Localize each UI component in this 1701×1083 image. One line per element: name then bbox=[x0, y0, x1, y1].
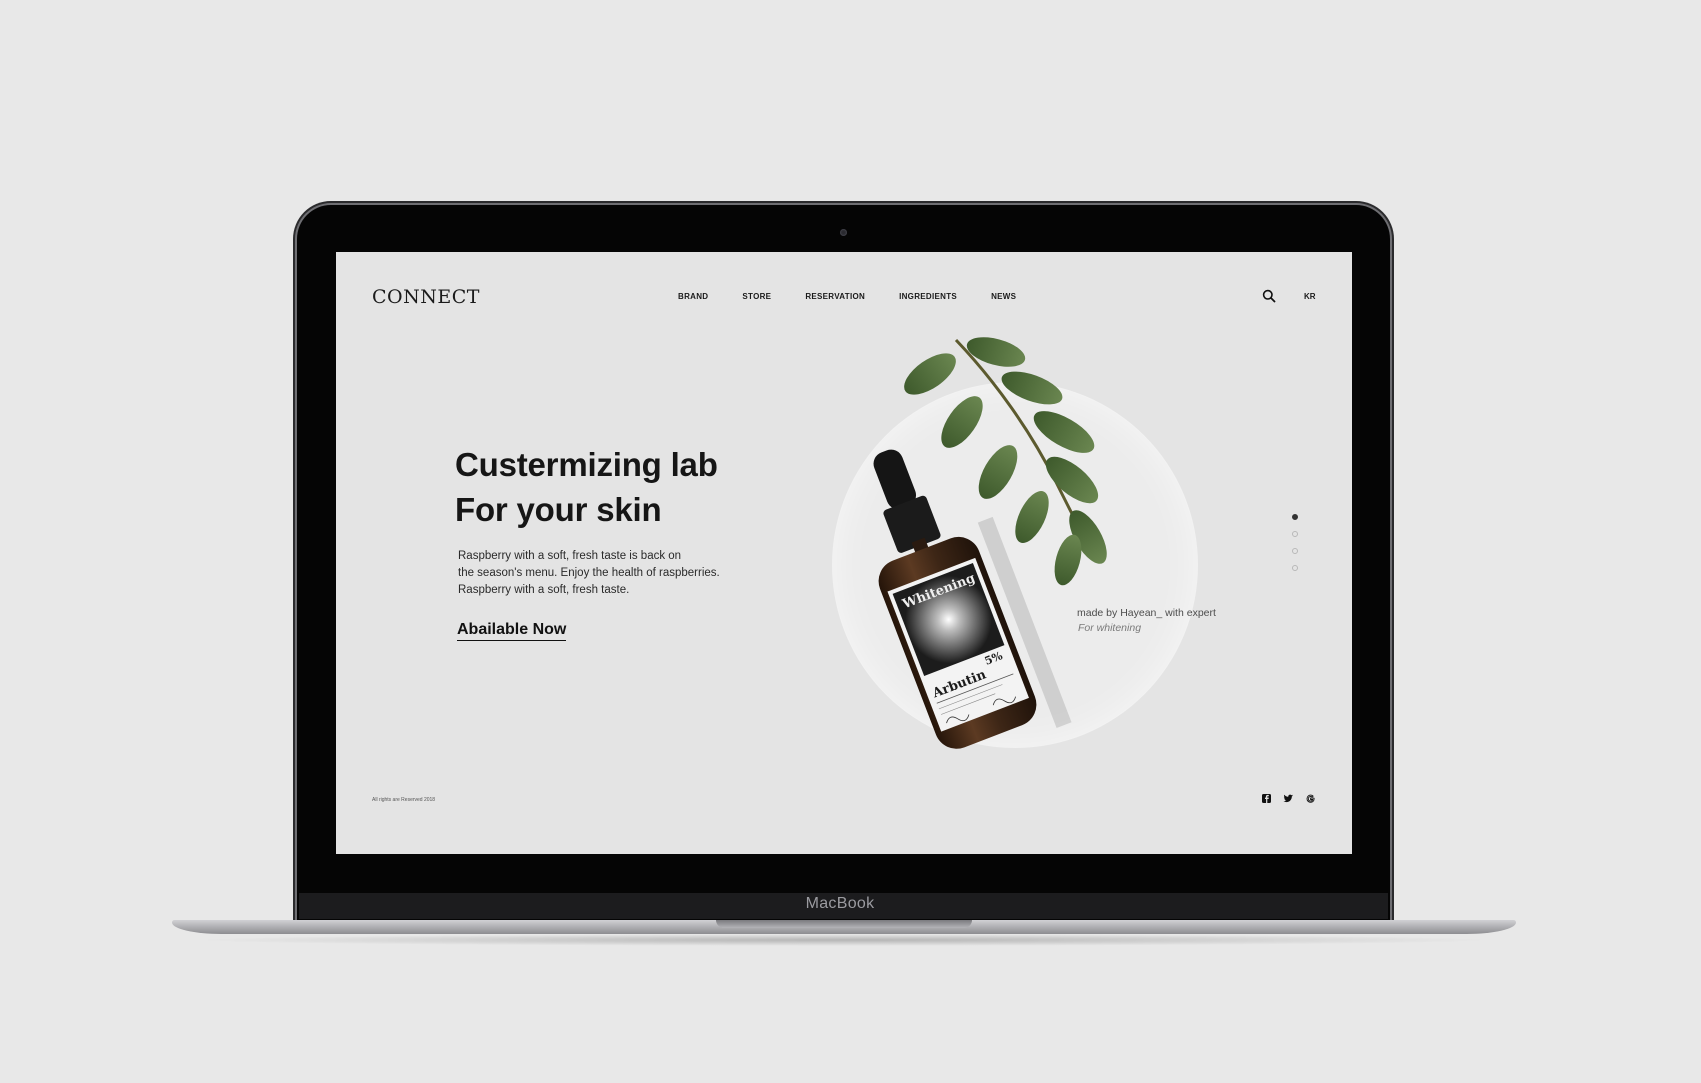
product-maker-caption: made by Hayean_ with expert bbox=[1077, 607, 1216, 619]
nav-ingredients[interactable]: INGREDIENTS bbox=[899, 292, 957, 301]
nav-news[interactable]: NEWS bbox=[991, 292, 1016, 301]
available-now-link[interactable]: Abailable Now bbox=[457, 621, 567, 641]
hero-desc-line-1: Raspberry with a soft, fresh taste is ba… bbox=[458, 550, 682, 562]
pagination-dot-1[interactable] bbox=[1292, 514, 1298, 520]
nav-store[interactable]: STORE bbox=[742, 292, 771, 301]
social-links bbox=[1261, 791, 1316, 803]
slide-pagination bbox=[1292, 514, 1298, 571]
pagination-dot-3[interactable] bbox=[1292, 548, 1298, 554]
nav-brand[interactable]: BRAND bbox=[678, 292, 708, 301]
site-logo[interactable]: CONNECT bbox=[372, 286, 480, 308]
footer-copyright: All rights are Reserved 2018 bbox=[372, 797, 436, 803]
laptop-base-notch bbox=[716, 920, 972, 928]
facebook-icon[interactable] bbox=[1261, 791, 1272, 803]
google-icon[interactable] bbox=[1305, 791, 1316, 803]
search-icon[interactable] bbox=[1262, 289, 1276, 303]
camera-icon bbox=[840, 229, 847, 236]
pagination-dot-2[interactable] bbox=[1292, 531, 1298, 537]
laptop-shadow bbox=[190, 934, 1498, 946]
macbook-label: MacBook bbox=[805, 895, 875, 912]
product-image: Whitening Arbutin 5% bbox=[873, 337, 1107, 749]
mockup-stage: CONNECT BRAND STORE RESERVATION INGREDIE… bbox=[0, 0, 1701, 1083]
nav-reservation[interactable]: RESERVATION bbox=[805, 292, 865, 301]
language-toggle[interactable]: KR bbox=[1304, 292, 1316, 301]
product-purpose-caption: For whitening bbox=[1078, 622, 1142, 634]
hero-title: Custermizing lab For your skin bbox=[455, 442, 718, 532]
hero-description: Raspberry with a soft, fresh taste is ba… bbox=[458, 548, 738, 599]
serum-bottle-icon: Whitening Arbutin 5% bbox=[873, 449, 1072, 749]
hero-desc-line-3: Raspberry with a soft, fresh taste. bbox=[458, 584, 630, 596]
twitter-icon[interactable] bbox=[1283, 791, 1294, 803]
pagination-dot-4[interactable] bbox=[1292, 565, 1298, 571]
main-nav: BRAND STORE RESERVATION INGREDIENTS NEWS bbox=[678, 292, 1016, 301]
hero-title-line-2: For your skin bbox=[455, 491, 662, 528]
hero-desc-line-2: the season's menu. Enjoy the health of r… bbox=[458, 567, 720, 579]
hero-title-line-1: Custermizing lab bbox=[455, 446, 718, 483]
website-screen: CONNECT BRAND STORE RESERVATION INGREDIE… bbox=[336, 252, 1352, 854]
